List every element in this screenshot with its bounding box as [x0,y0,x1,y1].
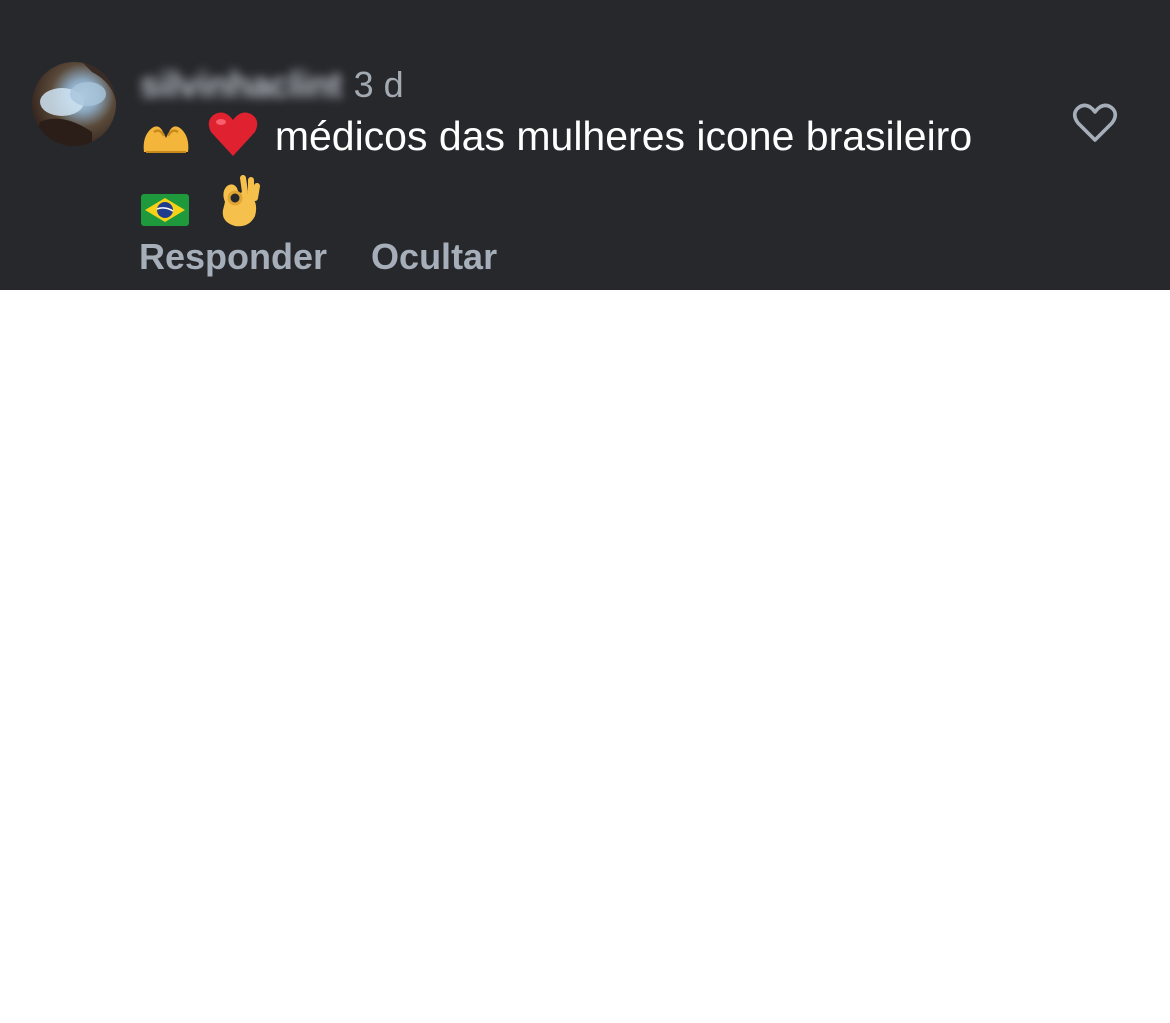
username[interactable]: silvinhaclint [140,64,342,106]
avatar[interactable] [32,62,116,146]
timestamp: 3 d [353,64,404,105]
brazil-flag-icon [140,186,190,242]
comment-header: silvinhaclint 3 d [140,64,404,106]
heart-outline-icon[interactable] [1072,100,1118,146]
red-heart-icon [207,110,259,172]
ok-hand-icon [215,172,263,242]
avatar-photo [32,62,116,146]
hide-button[interactable]: Ocultar [371,236,497,278]
comment-item: silvinhaclint 3 d médicos das mulheres i… [0,0,1170,290]
comment-body: médicos das mulheres icone brasileiro [274,113,973,159]
heart-hands-icon [140,116,192,172]
reply-button[interactable]: Responder [139,236,327,278]
comment-actions: Responder Ocultar [139,236,497,278]
comment-text: médicos das mulheres icone brasileiro [140,108,1020,242]
